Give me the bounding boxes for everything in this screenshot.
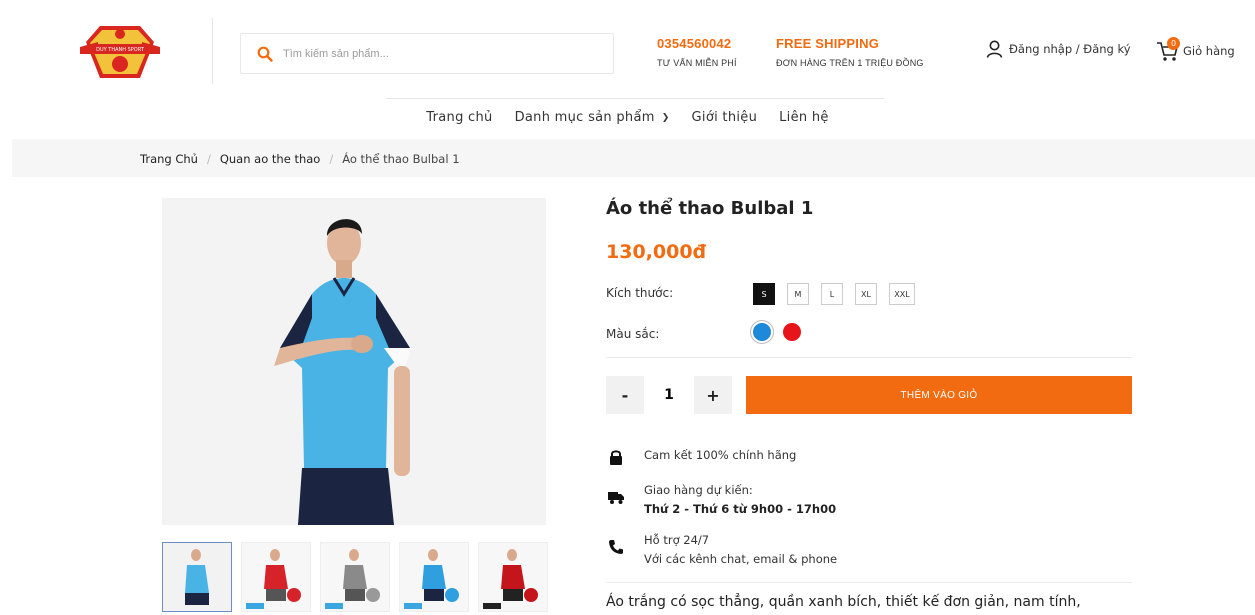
breadcrumb-current: Áo thể thao Bulbal 1	[342, 152, 460, 166]
feature-support: Hỗ trợ 24/7 Với các kênh chat, email & p…	[608, 533, 837, 566]
feature-delivery: Giao hàng dự kiến: Thứ 2 - Thứ 6 từ 9h00…	[608, 483, 836, 516]
account-link[interactable]: Đăng nhập / Đăng ký	[986, 40, 1131, 58]
quantity-stepper: - +	[606, 376, 732, 414]
hotline-label: TƯ VẤN MIỄN PHÍ	[657, 58, 737, 68]
logo-text: DUY THANH SPORT	[96, 47, 145, 53]
product-price: 130,000đ	[606, 241, 707, 263]
feature-support-title: Hỗ trợ 24/7	[644, 533, 710, 547]
hotline-number[interactable]: 0354560042	[657, 36, 737, 51]
header-divider	[212, 18, 213, 84]
feature-authentic-text: Cam kết 100% chính hãng	[644, 448, 797, 462]
quantity-increase-button[interactable]: +	[694, 386, 732, 405]
phone-icon	[609, 540, 623, 554]
user-icon	[986, 40, 1003, 58]
thumbnail-4[interactable]	[399, 542, 469, 612]
account-label: Đăng nhập / Đăng ký	[1009, 42, 1131, 56]
cart-label: Giỏ hàng	[1183, 44, 1235, 58]
free-shipping: FREE SHIPPING ĐƠN HÀNG TRÊN 1 TRIỆU ĐỒNG	[776, 36, 924, 68]
divider	[606, 582, 1132, 583]
breadcrumb: Trang Chủ / Quan ao the thao / Áo thể th…	[140, 152, 460, 166]
free-shipping-note: ĐƠN HÀNG TRÊN 1 TRIỆU ĐỒNG	[776, 58, 924, 68]
size-option-l[interactable]: L	[821, 283, 843, 305]
product-title: Áo thể thao Bulbal 1	[606, 198, 814, 219]
size-label: Kích thước:	[606, 286, 674, 300]
size-options: S M L XL XXL	[753, 283, 915, 305]
search-icon	[257, 46, 273, 62]
size-option-xxl[interactable]: XXL	[889, 283, 915, 305]
feature-support-desc: Với các kênh chat, email & phone	[644, 552, 838, 566]
nav-about[interactable]: Giới thiệu	[681, 110, 769, 125]
thumbnail-5[interactable]	[478, 542, 548, 612]
truck-icon	[608, 492, 624, 504]
color-swatch-red[interactable]	[783, 323, 801, 341]
size-option-xl[interactable]: XL	[855, 283, 877, 305]
quantity-input[interactable]	[644, 376, 694, 414]
search-input[interactable]	[283, 47, 583, 60]
product-main-image[interactable]	[162, 198, 546, 525]
breadcrumb-separator: /	[329, 152, 334, 166]
lock-icon	[610, 450, 622, 465]
product-description: Áo trắng có sọc thẳng, quần xanh bích, t…	[606, 594, 1081, 610]
nav-contact[interactable]: Liên hệ	[768, 110, 840, 125]
add-to-cart-button[interactable]: THÊM VÀO GIỎ	[746, 376, 1132, 414]
nav-categories[interactable]: Danh mục sản phẩm ❯	[504, 110, 681, 125]
color-label: Màu sắc:	[606, 327, 660, 341]
nav-home[interactable]: Trang chủ	[415, 110, 503, 125]
main-nav: Trang chủ Danh mục sản phẩm ❯ Giới thiệu …	[0, 110, 1255, 125]
thumbnail-2[interactable]	[241, 542, 311, 612]
size-option-m[interactable]: M	[787, 283, 809, 305]
thumbnail-list	[162, 542, 548, 612]
color-options	[753, 323, 801, 341]
thumbnail-3[interactable]	[320, 542, 390, 612]
breadcrumb-separator: /	[206, 152, 211, 166]
breadcrumb-category[interactable]: Quan ao the thao	[220, 152, 320, 166]
divider	[606, 357, 1132, 358]
logo[interactable]: DUY THANH SPORT	[80, 20, 160, 82]
free-shipping-title: FREE SHIPPING	[776, 36, 880, 51]
thumbnail-1[interactable]	[162, 542, 232, 612]
hotline: 0354560042 TƯ VẤN MIỄN PHÍ	[657, 36, 737, 68]
feature-authentic: Cam kết 100% chính hãng	[608, 448, 796, 465]
breadcrumb-home[interactable]: Trang Chủ	[140, 152, 198, 166]
nav-divider	[386, 98, 884, 99]
chevron-down-icon: ❯	[661, 112, 670, 123]
cart-count-badge: 0	[1167, 37, 1180, 50]
feature-delivery-time: Thứ 2 - Thứ 6 từ 9h00 - 17h00	[644, 502, 837, 516]
nav-categories-label: Danh mục sản phẩm	[514, 110, 655, 125]
color-swatch-blue[interactable]	[753, 323, 771, 341]
size-option-s[interactable]: S	[753, 283, 775, 305]
search-box[interactable]	[240, 33, 614, 74]
quantity-decrease-button[interactable]: -	[606, 386, 644, 405]
cart-link[interactable]: 0 Giỏ hàng	[1156, 37, 1235, 62]
feature-delivery-title: Giao hàng dự kiến:	[644, 483, 753, 497]
